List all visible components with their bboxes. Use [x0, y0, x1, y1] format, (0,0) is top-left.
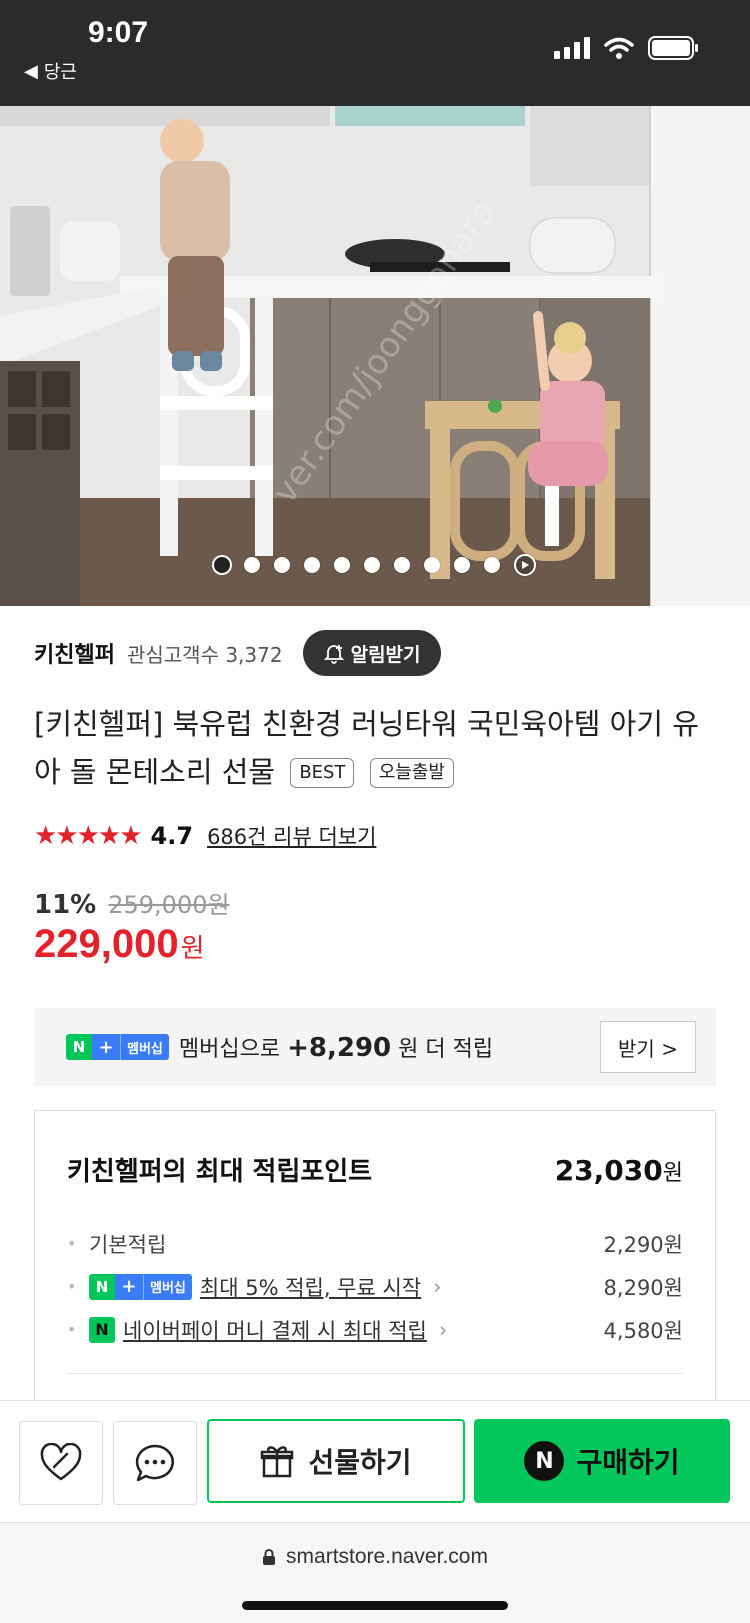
- notification-subscribe-button[interactable]: 알림받기: [302, 630, 441, 676]
- plus-icon: +: [92, 1034, 120, 1060]
- carousel-dot[interactable]: [274, 557, 290, 573]
- bullet-icon: •: [67, 1277, 77, 1296]
- naver-pay-icon: N: [89, 1316, 115, 1343]
- membership-amount: +8,290: [287, 1033, 392, 1063]
- membership-badge-label: 멤버십: [143, 1273, 192, 1300]
- carousel-play-icon[interactable]: [514, 554, 536, 576]
- chat-bubble-icon: [135, 1444, 174, 1482]
- naver-n-logo: N: [89, 1273, 115, 1300]
- clock: 9:07: [88, 16, 149, 49]
- sale-price-value: 229,000: [34, 922, 179, 966]
- membership-banner: N + 멤버십 멤버십으로 +8,290 원 더 적립 받기 >: [34, 1008, 716, 1086]
- membership-text-prefix: 멤버십으로: [178, 1037, 281, 1062]
- gift-button[interactable]: 선물하기: [207, 1419, 465, 1503]
- gift-button-label: 선물하기: [308, 1446, 412, 1479]
- carousel-dot[interactable]: [484, 557, 500, 573]
- bottom-action-bar: 선물하기 N 구매하기: [0, 1400, 750, 1522]
- browser-url-bar[interactable]: smartstore.naver.com: [0, 1522, 750, 1623]
- naver-n-logo: N: [66, 1034, 92, 1060]
- rating-stars-icon: ★★★★★: [34, 821, 143, 851]
- points-row-membership[interactable]: • N + 멤버십 최대 5% 적립, 무료 시작 › 8,290원: [67, 1265, 683, 1308]
- chat-inquiry-button[interactable]: [113, 1421, 197, 1505]
- notification-subscribe-label: 알림받기: [350, 643, 421, 666]
- naver-plus-membership-badge: N + 멤버십: [66, 1034, 169, 1060]
- plus-icon: +: [115, 1273, 143, 1300]
- store-info-row: 키친헬퍼 관심고객수 3,372 알림받기: [34, 630, 441, 676]
- points-header: 키친헬퍼의 최대 적립포인트 23,030원: [67, 1151, 683, 1188]
- heart-icon: [40, 1443, 82, 1481]
- chevron-right-icon: ›: [438, 1317, 448, 1342]
- lock-icon: [263, 1549, 276, 1565]
- home-indicator[interactable]: [242, 1601, 508, 1610]
- signal-icon: [554, 37, 590, 59]
- points-row-amount: 8,290원: [603, 1275, 683, 1300]
- store-name[interactable]: 키친헬퍼: [34, 637, 115, 669]
- points-row-label: 기본적립: [89, 1232, 167, 1257]
- carousel-dot[interactable]: [214, 557, 230, 573]
- points-total-unit: 원: [662, 1161, 683, 1186]
- back-app-label: 당근: [43, 62, 77, 83]
- membership-get-button[interactable]: 받기 >: [600, 1021, 696, 1073]
- product-title-text: [키친헬퍼] 북유럽 친환경 러닝타워 국민육아템 아기 유아 돌 몬테소리 선…: [34, 707, 699, 789]
- membership-text-suffix: 원 더 적립: [398, 1037, 494, 1062]
- battery-icon: [648, 36, 698, 60]
- naver-plus-membership-badge: N + 멤버십: [89, 1273, 192, 1300]
- carousel-dot[interactable]: [334, 557, 350, 573]
- carousel-dot[interactable]: [304, 557, 320, 573]
- points-row-amount: 4,580원: [603, 1318, 683, 1343]
- chevron-right-icon: ›: [433, 1274, 442, 1299]
- membership-text: 멤버십으로 +8,290 원 더 적립: [179, 1031, 493, 1063]
- discount-row: 11% 259,000원: [34, 885, 230, 920]
- same-day-shipping-badge: 오늘출발: [369, 758, 454, 788]
- points-total-value: 23,030: [554, 1154, 663, 1187]
- product-photo: ver.com/joonggonara: [0, 106, 750, 606]
- discount-rate: 11%: [34, 890, 97, 920]
- product-image-carousel[interactable]: ver.com/joonggonara: [0, 106, 750, 606]
- buy-button-label: 구매하기: [576, 1446, 680, 1479]
- original-price: 259,000원: [108, 891, 230, 919]
- status-icons: [554, 36, 700, 60]
- reviews-link[interactable]: 686건 리뷰 더보기: [207, 821, 376, 851]
- carousel-dot[interactable]: [364, 557, 380, 573]
- rating-row: ★★★★★ 4.7 686건 리뷰 더보기: [34, 816, 376, 856]
- product-title: [키친헬퍼] 북유럽 친환경 러닝타워 국민육아템 아기 유아 돌 몬테소리 선…: [34, 700, 724, 796]
- carousel-indicators: [0, 554, 750, 576]
- status-bar: 9:07 ◀ 당근: [0, 0, 750, 106]
- naverpay-points-link[interactable]: 네이버페이 머니 결제 시 최대 적립: [123, 1315, 427, 1345]
- buy-button[interactable]: N 구매하기: [474, 1419, 730, 1503]
- bullet-icon: •: [67, 1320, 77, 1339]
- membership-points-link[interactable]: 최대 5% 적립, 무료 시작: [200, 1272, 421, 1302]
- points-list: • 기본적립 2,290원 • N + 멤버십 최대 5% 적립, 무료 시작 …: [67, 1222, 683, 1351]
- points-row-label[interactable]: N 네이버페이 머니 결제 시 최대 적립 ›: [89, 1315, 447, 1345]
- points-row-basic: • 기본적립 2,290원: [67, 1222, 683, 1265]
- sale-price: 229,000 원: [34, 922, 205, 967]
- naver-pay-n-icon: N: [524, 1441, 565, 1481]
- membership-badge-label: 멤버십: [120, 1034, 169, 1060]
- wishlist-button[interactable]: [19, 1421, 103, 1505]
- url-display[interactable]: smartstore.naver.com: [0, 1545, 750, 1569]
- back-triangle-icon: ◀: [24, 60, 38, 82]
- wifi-icon: [604, 37, 634, 59]
- sale-price-unit: 원: [180, 934, 205, 964]
- gift-icon: [261, 1446, 294, 1478]
- carousel-dot[interactable]: [454, 557, 470, 573]
- bell-plus-icon: [323, 645, 344, 664]
- back-to-app-button[interactable]: ◀ 당근: [24, 58, 77, 84]
- carousel-dot[interactable]: [424, 557, 440, 573]
- max-points-card: 키친헬퍼의 최대 적립포인트 23,030원 • 기본적립 2,290원 • N…: [34, 1110, 716, 1410]
- points-row-naverpay[interactable]: • N 네이버페이 머니 결제 시 최대 적립 › 4,580원: [67, 1308, 683, 1351]
- points-row-amount: 2,290원: [603, 1232, 683, 1257]
- bullet-icon: •: [67, 1234, 77, 1253]
- points-title: 키친헬퍼의 최대 적립포인트: [67, 1157, 373, 1187]
- best-badge: BEST: [290, 758, 355, 788]
- points-divider: [67, 1373, 683, 1374]
- rating-score: 4.7: [150, 822, 194, 850]
- points-total: 23,030원: [555, 1154, 683, 1187]
- points-row-label[interactable]: N + 멤버십 최대 5% 적립, 무료 시작 ›: [89, 1272, 442, 1302]
- url-text: smartstore.naver.com: [286, 1545, 488, 1568]
- store-followers: 관심고객수 3,372: [126, 642, 283, 667]
- carousel-dot[interactable]: [244, 557, 260, 573]
- carousel-dot[interactable]: [394, 557, 410, 573]
